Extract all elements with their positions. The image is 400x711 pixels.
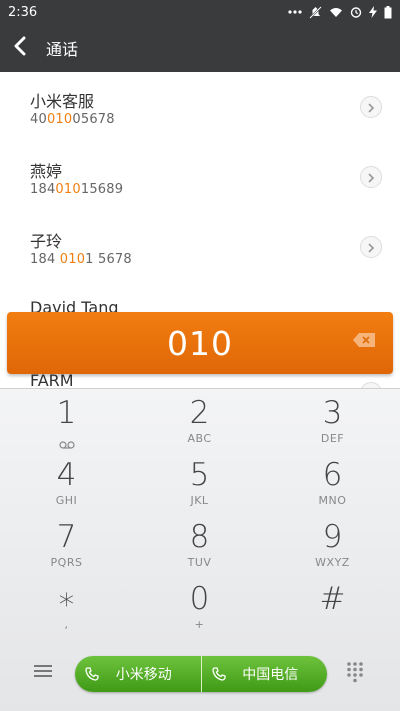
key-letters: DEF (320, 432, 345, 445)
dial-key-star[interactable]: ∗ , (0, 575, 133, 637)
contact-name: 燕婷 (30, 162, 63, 181)
call-sim2-label: 中国电信 (242, 667, 299, 683)
key-digit: 1 (56, 395, 77, 431)
key-letters: TUV (187, 556, 212, 569)
keypad-icon (346, 662, 364, 687)
contact-detail-button[interactable] (360, 166, 382, 188)
contact-number: 4001005678 (30, 112, 115, 127)
key-digit: # (319, 581, 346, 617)
key-letters: , (64, 618, 69, 631)
dial-key-5[interactable]: 5 JKL (133, 451, 266, 513)
contact-name: 小米客服 (30, 92, 95, 111)
key-letters: MNO (318, 494, 347, 507)
contact-number: 18401015689 (30, 182, 124, 197)
dialer-bottom-bar: 小米移动 中国电信 (0, 645, 400, 705)
key-digit: 2 (189, 395, 210, 431)
key-digit: 7 (56, 519, 77, 555)
contact-detail-button[interactable] (360, 236, 382, 258)
contact-detail-button[interactable] (360, 96, 382, 118)
contact-row[interactable]: 子玲 184 0101 5678 (0, 212, 400, 282)
dialed-number-bar: 010 (7, 312, 393, 374)
call-sim1-label: 小米移动 (115, 667, 172, 683)
contact-number: 184 0101 5678 (30, 252, 132, 267)
dial-key-4[interactable]: 4 GHI (0, 451, 133, 513)
key-digit: 9 (322, 519, 343, 555)
menu-button[interactable] (33, 663, 55, 683)
call-button-group: 小米移动 中国电信 (75, 656, 327, 692)
chevron-right-icon (367, 238, 375, 257)
status-time: 2:36 (8, 4, 38, 20)
key-digit: 0 (189, 581, 210, 617)
dial-key-6[interactable]: 6 MNO (266, 451, 399, 513)
key-letters: GHI (55, 494, 78, 507)
contact-row[interactable]: 小米客服 4001005678 (0, 72, 400, 142)
charging-icon (369, 6, 377, 18)
key-letters: + (194, 618, 205, 631)
chevron-right-icon (367, 168, 375, 187)
phone-icon (211, 667, 226, 681)
key-digit: 6 (322, 457, 343, 493)
dial-key-hash[interactable]: # (266, 575, 399, 637)
key-digit: 4 (56, 457, 77, 493)
back-button[interactable] (14, 36, 34, 60)
menu-icon (33, 664, 53, 683)
mute-icon (309, 5, 322, 19)
status-bar: 2:36 (0, 0, 400, 24)
wifi-icon (329, 7, 343, 18)
key-letters: WXYZ (315, 556, 350, 569)
status-icons (288, 5, 392, 19)
alarm-icon (350, 6, 362, 18)
contact-row[interactable]: 燕婷 18401015689 (0, 142, 400, 212)
contact-name: 子玲 (30, 232, 63, 251)
phone-icon (85, 667, 99, 681)
backspace-icon (352, 332, 376, 352)
key-letters: PQRS (50, 556, 83, 569)
key-digit: ∗ (56, 581, 77, 617)
app-header: 通话 (0, 24, 400, 72)
dial-key-0[interactable]: 0 + (133, 575, 266, 637)
page-title: 通话 (46, 40, 79, 59)
dial-key-8[interactable]: 8 TUV (133, 513, 266, 575)
key-letters: JKL (190, 494, 209, 507)
key-digit: 8 (189, 519, 210, 555)
key-letters: ABC (187, 432, 212, 445)
dial-key-3[interactable]: 3 DEF (266, 389, 399, 451)
dial-key-1[interactable]: 1 (0, 389, 133, 451)
chevron-right-icon (367, 98, 375, 117)
dial-key-2[interactable]: 2 ABC (133, 389, 266, 451)
backspace-button[interactable] (351, 329, 377, 355)
dialed-number: 010 (167, 323, 233, 363)
key-digit: 5 (189, 457, 210, 493)
dial-key-7[interactable]: 7 PQRS (0, 513, 133, 575)
call-sim2-button[interactable]: 中国电信 (200, 656, 328, 692)
keypad-toggle-button[interactable] (346, 661, 366, 685)
battery-icon (384, 5, 392, 19)
more-dots-icon (288, 10, 302, 14)
key-digit: 3 (322, 395, 343, 431)
call-sim1-button[interactable]: 小米移动 (75, 656, 201, 692)
dial-key-9[interactable]: 9 WXYZ (266, 513, 399, 575)
chevron-left-icon (14, 36, 26, 60)
